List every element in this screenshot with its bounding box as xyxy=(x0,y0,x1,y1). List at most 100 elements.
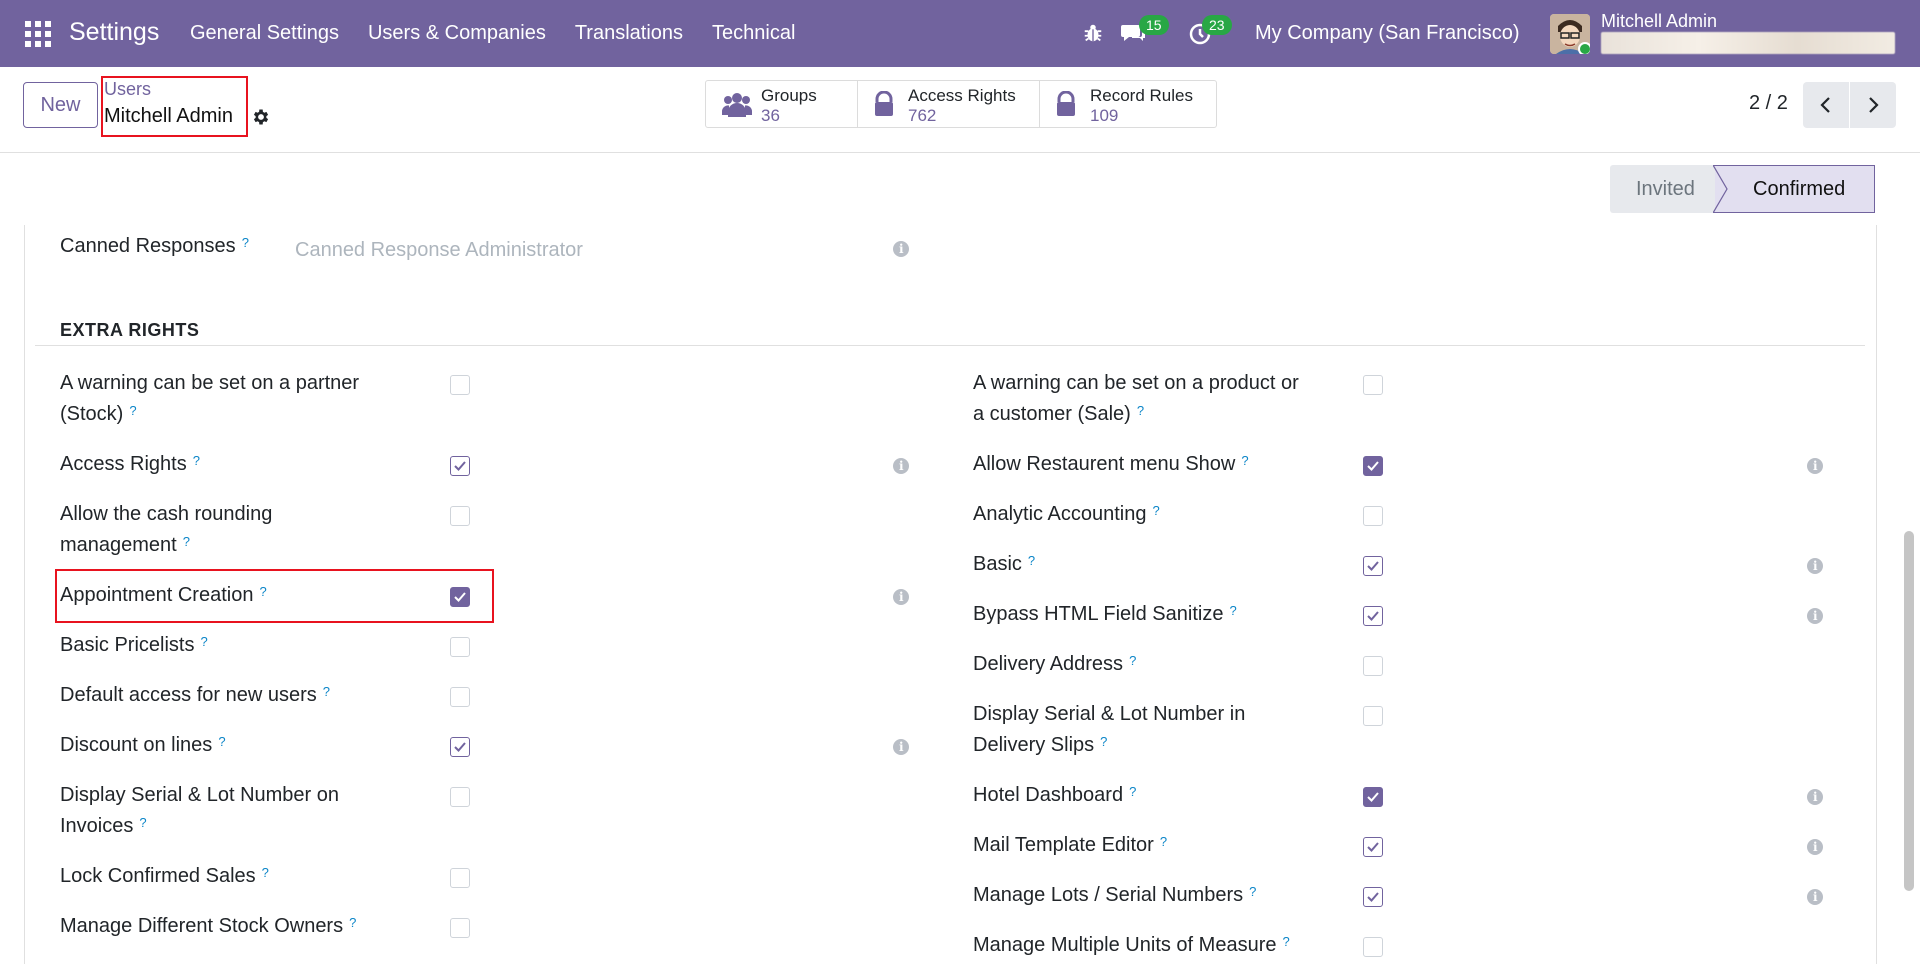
help-tooltip-icon[interactable]: ? xyxy=(349,915,356,930)
help-tooltip-icon[interactable]: ? xyxy=(262,865,269,880)
help-tooltip-icon[interactable]: ? xyxy=(218,734,225,749)
debug-bug-icon[interactable] xyxy=(1082,22,1104,44)
right-label-1-text: Allow Restaurent menu Show xyxy=(973,453,1236,475)
info-icon[interactable] xyxy=(1807,458,1823,474)
info-icon[interactable] xyxy=(1807,608,1823,624)
checkbox-appointment-creation[interactable] xyxy=(450,587,470,607)
info-icon[interactable] xyxy=(1807,839,1823,855)
access-rights-smart-button[interactable]: Access Rights 762 xyxy=(858,81,1040,127)
checkbox-multiple-uom[interactable] xyxy=(1363,937,1383,957)
help-tooltip-icon[interactable]: ? xyxy=(259,584,266,599)
checkbox-restaurent-menu[interactable] xyxy=(1363,456,1383,476)
checkbox-warning-product-sale[interactable] xyxy=(1363,375,1383,395)
help-tooltip-icon[interactable]: ? xyxy=(193,453,200,468)
checkbox-stock-owners[interactable] xyxy=(450,918,470,938)
section-divider xyxy=(35,345,1865,346)
checkbox-delivery-address[interactable] xyxy=(1363,656,1383,676)
left-label-0: A warning can be set on a partner (Stock… xyxy=(60,368,359,430)
checkbox-basic[interactable] xyxy=(1363,556,1383,576)
help-tooltip-icon[interactable]: ? xyxy=(1028,553,1035,568)
control-panel: New Users Mitchell Admin Groups 36 Acces… xyxy=(0,67,1920,153)
left-label-1: Access Rights? xyxy=(60,449,200,480)
help-tooltip-icon[interactable]: ? xyxy=(1229,603,1236,618)
check-icon xyxy=(1367,611,1379,621)
company-switcher[interactable]: My Company (San Francisco) xyxy=(1255,22,1520,45)
help-tooltip-icon[interactable]: ? xyxy=(129,403,136,418)
help-tooltip-icon[interactable]: ? xyxy=(1249,884,1256,899)
checkbox-cash-rounding[interactable] xyxy=(450,506,470,526)
left-label-6-text: Discount on lines xyxy=(60,734,213,756)
checkbox-hotel-dashboard[interactable] xyxy=(1363,787,1383,807)
main-menu: General Settings Users & Companies Trans… xyxy=(190,22,824,45)
status-bar: Invited Confirmed xyxy=(1610,165,1875,213)
checkbox-warning-partner-stock[interactable] xyxy=(450,375,470,395)
checkbox-bypass-html-sanitize[interactable] xyxy=(1363,606,1383,626)
checkbox-basic-pricelists[interactable] xyxy=(450,637,470,657)
menu-technical[interactable]: Technical xyxy=(712,22,795,45)
info-icon[interactable] xyxy=(1807,558,1823,574)
menu-users-companies[interactable]: Users & Companies xyxy=(368,22,546,45)
canned-responses-select[interactable]: Canned Response Administrator xyxy=(295,239,583,262)
checkbox-lots-serial-numbers[interactable] xyxy=(1363,887,1383,907)
help-tooltip-icon[interactable]: ? xyxy=(200,634,207,649)
checkbox-serial-lot-invoices[interactable] xyxy=(450,787,470,807)
right-label-0-line2: a customer (Sale) xyxy=(973,403,1131,425)
info-icon[interactable] xyxy=(1807,789,1823,805)
help-tooltip-icon[interactable]: ? xyxy=(1160,834,1167,849)
section-title-extra-rights: EXTRA RIGHTS xyxy=(60,320,200,340)
checkbox-analytic-accounting[interactable] xyxy=(1363,506,1383,526)
check-icon xyxy=(1367,842,1379,852)
help-tooltip-icon[interactable]: ? xyxy=(242,235,249,250)
left-label-9-text: Manage Different Stock Owners xyxy=(60,915,344,937)
menu-translations[interactable]: Translations xyxy=(575,22,683,45)
info-icon[interactable] xyxy=(893,241,909,257)
chevron-right-icon xyxy=(1869,97,1879,113)
right-label-6: Display Serial & Lot Number in Delivery … xyxy=(973,699,1245,761)
left-label-7-line2: Invoices xyxy=(60,815,134,837)
checkbox-access-rights[interactable] xyxy=(450,456,470,476)
help-tooltip-icon[interactable]: ? xyxy=(183,534,190,549)
right-label-9: Manage Lots / Serial Numbers? xyxy=(973,880,1256,911)
status-invited[interactable]: Invited xyxy=(1610,165,1715,213)
right-label-9-text: Manage Lots / Serial Numbers xyxy=(973,884,1244,906)
left-label-5-text: Default access for new users xyxy=(60,684,317,706)
breadcrumb-users-link[interactable]: Users xyxy=(104,79,151,100)
record-rules-smart-button[interactable]: Record Rules 109 xyxy=(1040,81,1216,127)
info-icon[interactable] xyxy=(1807,889,1823,905)
new-button[interactable]: New xyxy=(23,82,98,128)
top-navbar: Settings General Settings Users & Compan… xyxy=(0,0,1920,67)
app-brand[interactable]: Settings xyxy=(69,18,159,47)
checkbox-mail-template-editor[interactable] xyxy=(1363,837,1383,857)
left-label-4-text: Basic Pricelists xyxy=(60,634,195,656)
info-icon[interactable] xyxy=(893,589,909,605)
pager-next-button[interactable] xyxy=(1850,82,1896,128)
help-tooltip-icon[interactable]: ? xyxy=(1137,403,1144,418)
help-tooltip-icon[interactable]: ? xyxy=(1129,653,1136,668)
gear-icon[interactable] xyxy=(251,107,271,127)
groups-smart-button[interactable]: Groups 36 xyxy=(706,81,858,127)
info-icon[interactable] xyxy=(893,458,909,474)
user-name[interactable]: Mitchell Admin xyxy=(1601,11,1717,32)
checkbox-lock-confirmed-sales[interactable] xyxy=(450,868,470,888)
help-tooltip-icon[interactable]: ? xyxy=(1129,784,1136,799)
checkbox-default-access[interactable] xyxy=(450,687,470,707)
pager-previous-button[interactable] xyxy=(1803,82,1849,128)
user-avatar[interactable] xyxy=(1550,14,1590,54)
info-icon[interactable] xyxy=(893,739,909,755)
checkbox-discount-lines[interactable] xyxy=(450,737,470,757)
menu-general-settings[interactable]: General Settings xyxy=(190,22,339,45)
help-tooltip-icon[interactable]: ? xyxy=(1100,734,1107,749)
help-tooltip-icon[interactable]: ? xyxy=(139,815,146,830)
apps-menu-icon[interactable] xyxy=(25,21,51,47)
help-tooltip-icon[interactable]: ? xyxy=(1282,934,1289,949)
help-tooltip-icon[interactable]: ? xyxy=(323,684,330,699)
vertical-scrollbar[interactable] xyxy=(1904,531,1914,891)
status-confirmed[interactable]: Confirmed xyxy=(1715,165,1875,213)
checkbox-serial-lot-delivery[interactable] xyxy=(1363,706,1383,726)
right-label-5-text: Delivery Address xyxy=(973,653,1124,675)
help-tooltip-icon[interactable]: ? xyxy=(1241,453,1248,468)
right-label-2-text: Analytic Accounting xyxy=(973,503,1147,525)
help-tooltip-icon[interactable]: ? xyxy=(1152,503,1159,518)
pager-value[interactable]: 2 / 2 xyxy=(1749,92,1788,115)
access-rights-count: 762 xyxy=(908,106,937,125)
